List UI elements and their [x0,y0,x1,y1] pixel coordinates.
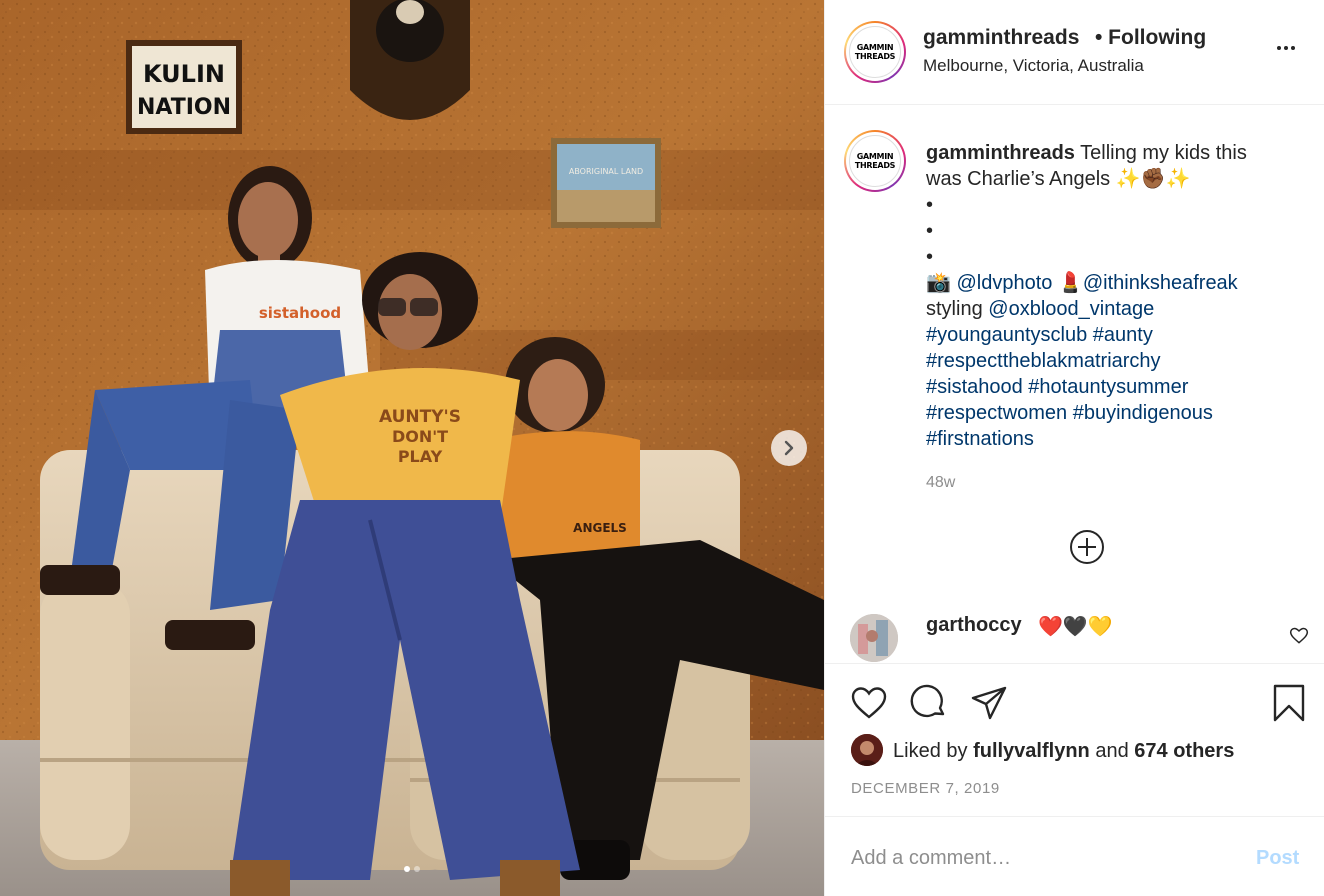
hashtag-line[interactable]: #respectwomen #buyindigenous [926,400,1306,426]
comment-avatar[interactable] [850,614,898,662]
avatar-photo [851,734,883,766]
likes-summary: Liked by fullyvalflynn and 674 others [893,740,1234,763]
comment-input[interactable] [851,843,1231,873]
hashtag-line[interactable]: #sistahood #hotauntysummer [926,374,1306,400]
caption-avatar[interactable]: GAMMIN THREADS [844,130,906,192]
chevron-right-icon [784,440,794,456]
caption-bullet: • [926,246,934,268]
shirt-right-text: ANGELS [573,521,627,535]
carousel-indicator [0,866,824,872]
post-username[interactable]: gamminthreads [923,26,1079,50]
likes-prefix: Liked by [893,740,968,762]
mention-link[interactable]: @ithinksheafreak [1083,272,1238,294]
logo-line2: THREADS [854,161,896,170]
post-date[interactable]: DECEMBER 7, 2019 [851,780,1000,797]
caption-username[interactable]: gamminthreads [926,142,1075,164]
hashtag-line[interactable]: #respecttheblakmatriarchy [926,348,1306,374]
caption-bullet: • [926,220,934,242]
caption-text-2: was Charlie’s Angels ✨✊🏾✨ [926,168,1191,190]
post-details-panel: GAMMIN THREADS gamminthreads • Following… [824,0,1324,896]
shirt-middle-line1: AUNTY'S [379,407,461,427]
post-photo[interactable]: KULIN NATION ABORIGINAL LAND sistahood A… [0,0,824,896]
carousel-dot [404,866,410,872]
comment-text: ❤️🖤💛 [1038,616,1113,638]
comment-username[interactable]: garthoccy [926,614,1022,637]
carousel-dot [414,866,420,872]
post-header: GAMMIN THREADS gamminthreads • Following… [825,0,1324,105]
share-icon[interactable] [970,684,1008,722]
caption-text-1: Telling my kids this [1080,142,1247,164]
lipstick-emoji: 💄 [1057,272,1083,294]
caption-time[interactable]: 48w [926,474,955,492]
mention-link[interactable]: @oxblood_vintage [988,298,1154,320]
next-slide-button[interactable] [771,430,807,466]
following-status[interactable]: • Following [1095,26,1206,50]
heart-icon[interactable] [850,684,888,722]
hashtag-line[interactable]: #youngauntysclub #aunty [926,322,1306,348]
painting-text: ABORIGINAL LAND [569,167,643,176]
comment-icon[interactable] [910,684,948,722]
logo-line1: GAMMIN [856,152,894,161]
logo-line2: THREADS [854,52,896,61]
bookmark-icon[interactable] [1270,684,1308,722]
sign-line1: KULIN [143,60,225,88]
profile-avatar[interactable]: GAMMIN THREADS [844,21,906,83]
mention-link[interactable]: @ldvphoto [956,272,1052,294]
shirt-left-text: sistahood [259,304,341,322]
add-circle-icon[interactable] [1069,529,1105,565]
liked-by-user[interactable]: fullyvalflynn [973,740,1090,762]
more-options-icon[interactable] [1277,46,1295,50]
photo-scene: KULIN NATION ABORIGINAL LAND sistahood A… [0,0,824,896]
brand-logo: GAMMIN THREADS [849,26,901,78]
caption-bullet: • [926,194,934,216]
post-comment-button[interactable]: Post [1256,847,1299,870]
shirt-middle-line2: DON'T [392,427,448,446]
post-location[interactable]: Melbourne, Victoria, Australia [923,56,1144,76]
logo-line1: GAMMIN [856,43,894,52]
avatar-photo [850,614,898,662]
comments-section: GAMMIN THREADS gamminthreads Telling my … [825,106,1324,664]
heart-icon[interactable] [1289,626,1309,646]
likes-middle: and [1095,740,1129,762]
brand-logo: GAMMIN THREADS [849,135,901,187]
post-caption: gamminthreads Telling my kids this was C… [926,140,1306,452]
liked-by-avatar[interactable] [851,734,883,766]
shirt-middle-line3: PLAY [398,447,443,466]
styling-label: styling [926,298,983,320]
hashtag-line[interactable]: #firstnations [926,426,1306,452]
likes-others-count[interactable]: 674 others [1134,740,1234,762]
add-comment-bar: Post [825,816,1324,896]
camera-emoji: 📸 [926,272,951,294]
sign-line2: NATION [137,95,231,120]
